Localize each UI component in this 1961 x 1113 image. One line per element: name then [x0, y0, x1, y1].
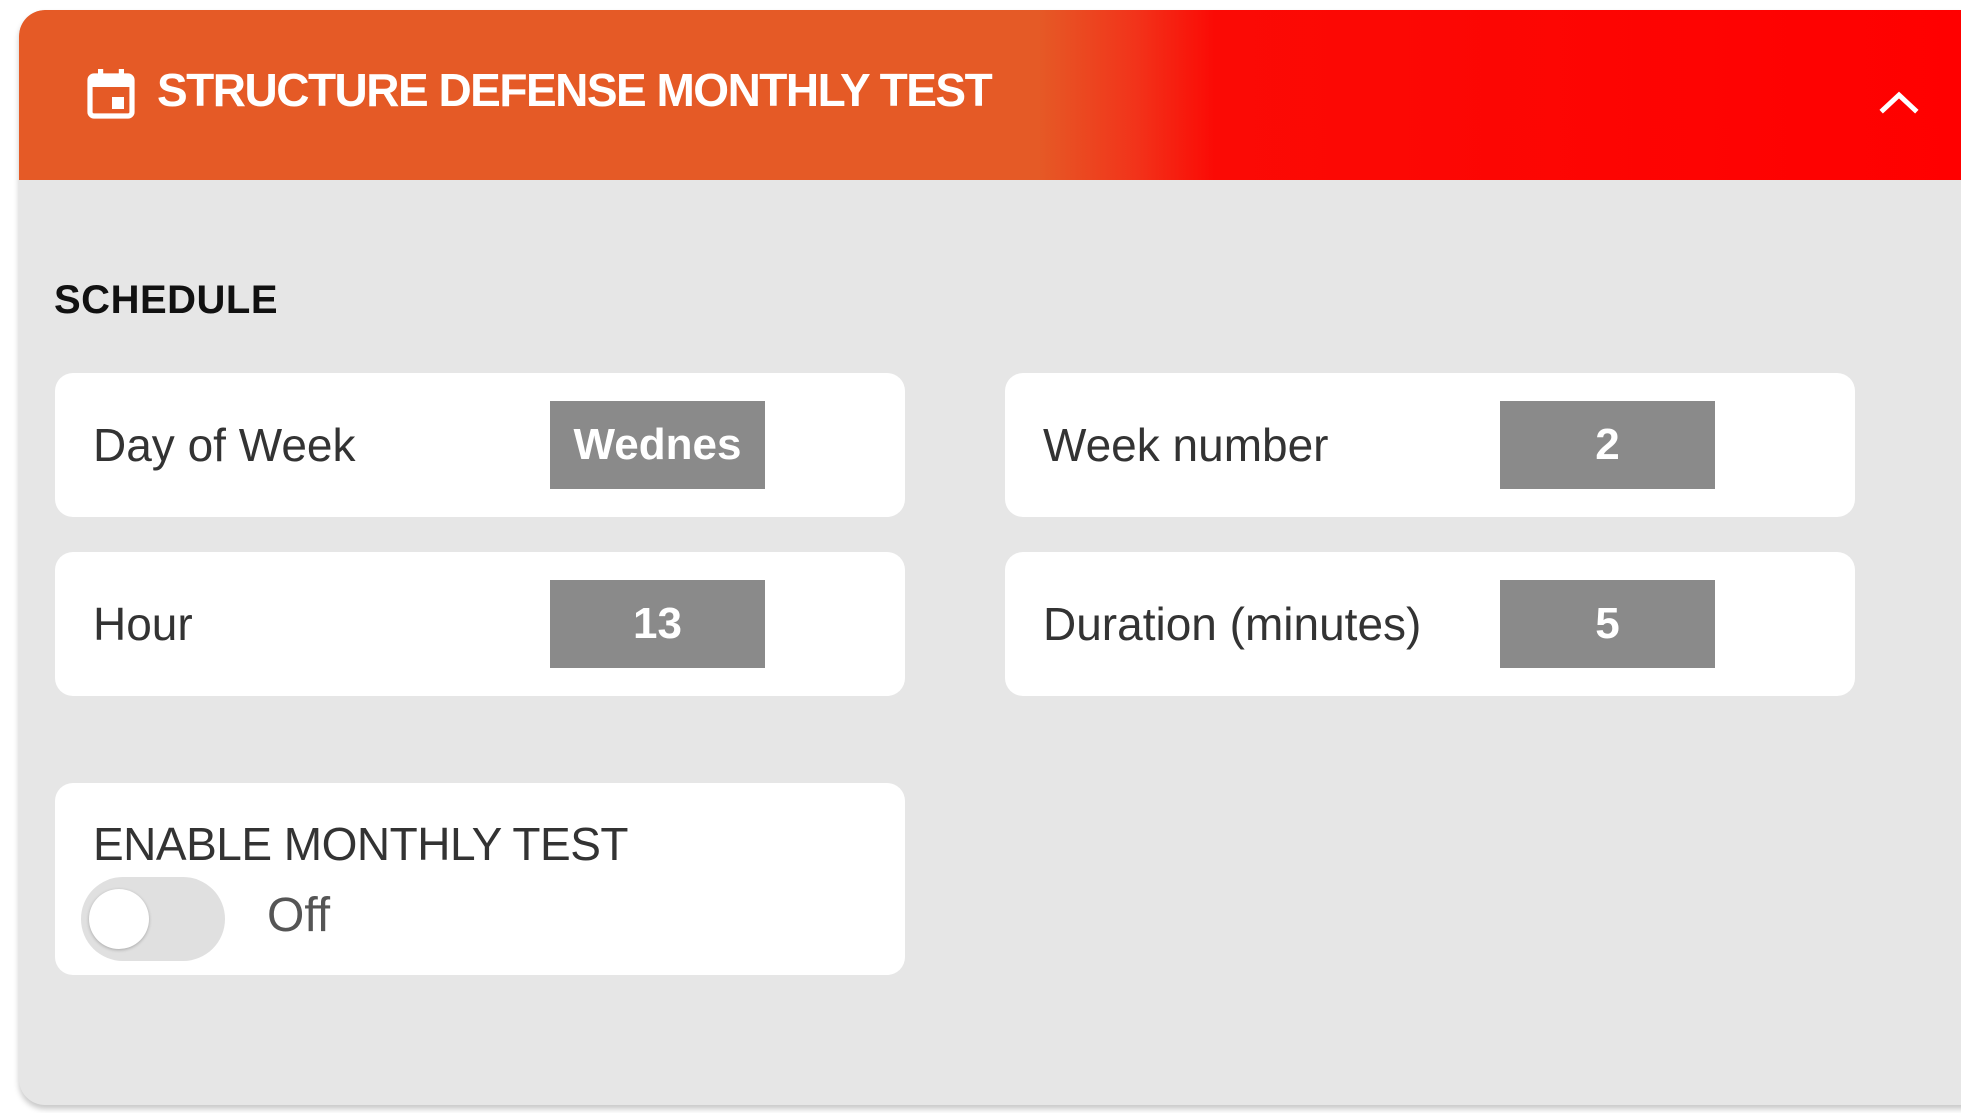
duration-label: Duration (minutes): [1043, 598, 1422, 650]
week-number-input[interactable]: 2: [1500, 401, 1715, 489]
monthly-test-card: STRUCTURE DEFENSE MONTHLY TEST SCHEDULE …: [19, 10, 1961, 1105]
card-title: STRUCTURE DEFENSE MONTHLY TEST: [157, 64, 993, 116]
day-of-week-field: Day of Week Wednes: [55, 373, 905, 517]
day-of-week-label: Day of Week: [93, 419, 356, 471]
hour-input[interactable]: 13: [550, 580, 765, 668]
duration-input[interactable]: 5: [1500, 580, 1715, 668]
toggle-state-label: Off: [267, 889, 331, 942]
duration-field: Duration (minutes) 5: [1005, 552, 1855, 696]
hour-field: Hour 13: [55, 552, 905, 696]
enable-monthly-test-label: ENABLE MONTHLY TEST: [93, 818, 628, 870]
week-number-field: Week number 2: [1005, 373, 1855, 517]
chevron-up-icon[interactable]: [1876, 86, 1922, 116]
calendar-icon: [87, 69, 135, 119]
schedule-section-label: SCHEDULE: [54, 278, 279, 322]
week-number-label: Week number: [1043, 419, 1329, 471]
enable-monthly-test-card: ENABLE MONTHLY TEST Off: [55, 783, 905, 975]
day-of-week-input[interactable]: Wednes: [550, 401, 765, 489]
toggle-knob: [89, 889, 149, 949]
enable-monthly-test-toggle[interactable]: [81, 877, 225, 961]
hour-label: Hour: [93, 598, 193, 650]
card-header[interactable]: STRUCTURE DEFENSE MONTHLY TEST: [19, 10, 1961, 180]
